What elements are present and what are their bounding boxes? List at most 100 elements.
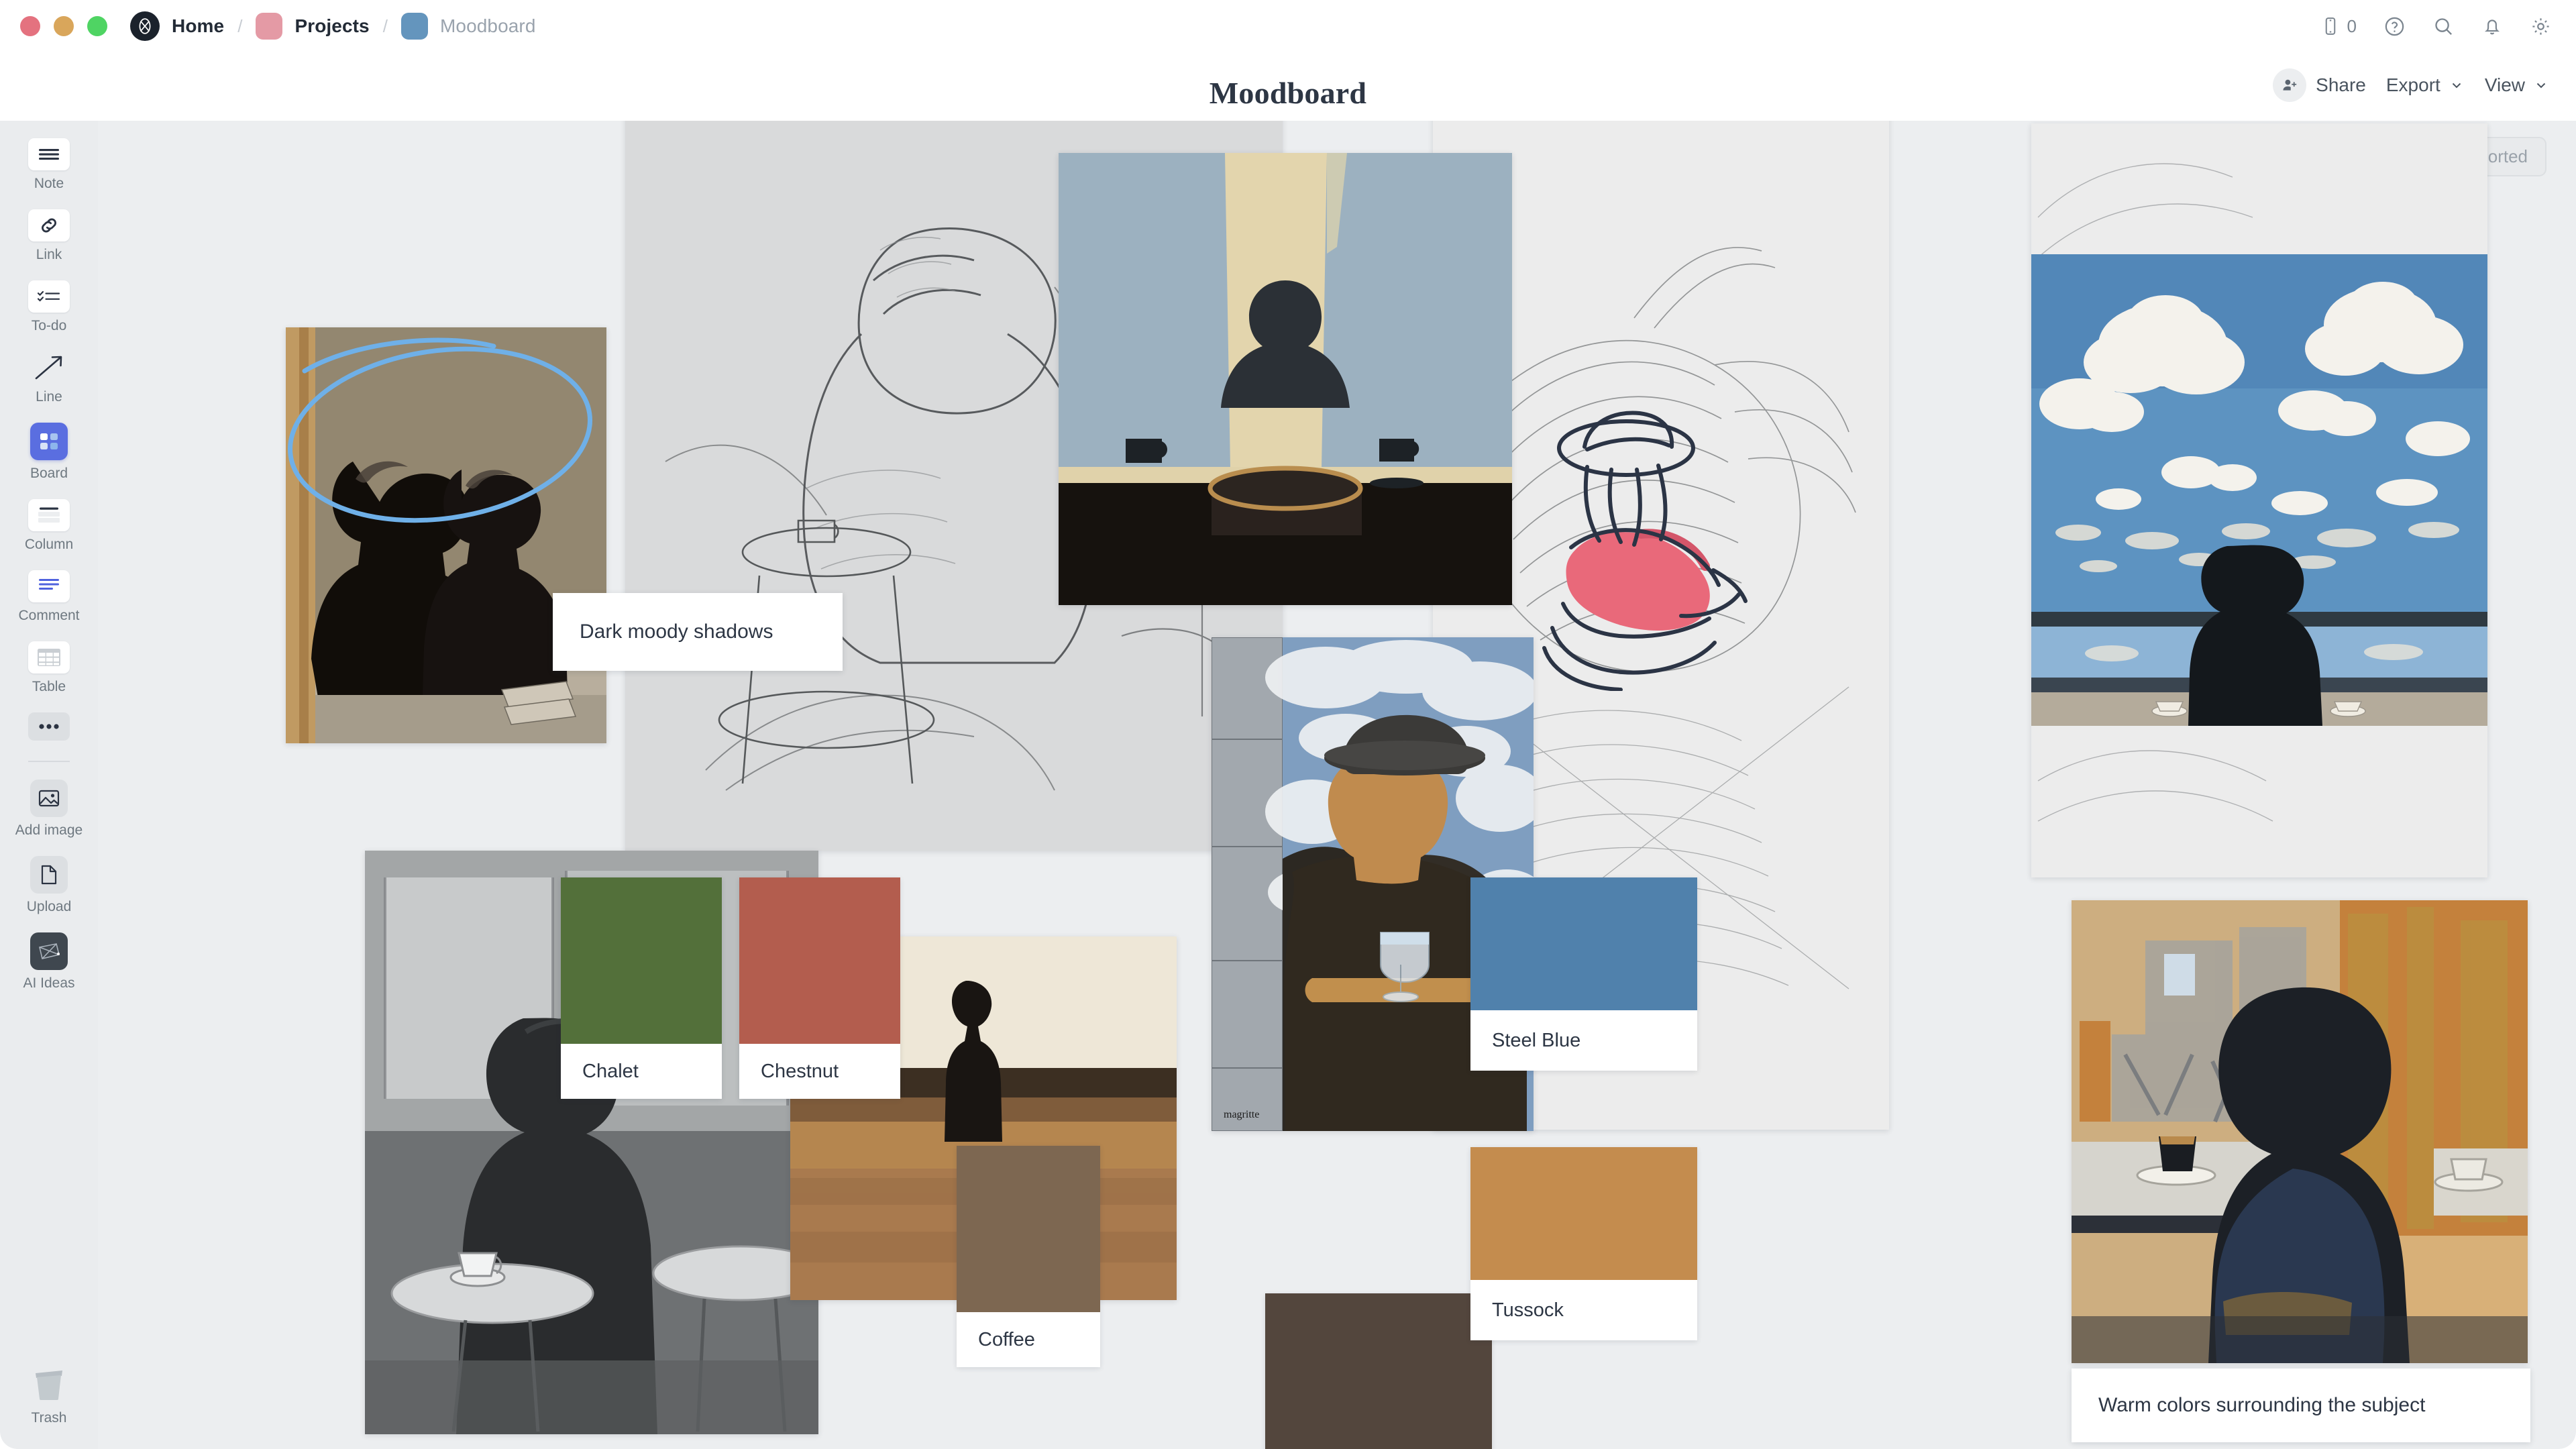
swatch-color-chip <box>561 877 722 1044</box>
search-icon[interactable] <box>2432 15 2455 38</box>
sidebar-label-board: Board <box>30 466 68 481</box>
title-bar: Home / Projects / Moodboard 0 <box>0 0 2576 52</box>
sidebar-item-upload[interactable]: Upload <box>0 856 98 915</box>
trash-icon <box>30 1368 68 1405</box>
add-image-icon <box>30 780 68 817</box>
blue-board-chip <box>400 13 428 40</box>
export-menu-button[interactable]: Export <box>2386 74 2465 96</box>
link-icon <box>28 209 70 241</box>
todo-icon <box>28 280 70 313</box>
sidebar-label-link: Link <box>36 247 62 262</box>
board-icon <box>30 423 68 460</box>
share-button[interactable]: Share <box>2273 68 2366 102</box>
swatch-name: Coffee <box>978 1328 1035 1350</box>
sidebar-item-more[interactable] <box>0 712 98 741</box>
view-label: View <box>2484 74 2525 95</box>
sidebar-label-trash: Trash <box>31 1410 67 1426</box>
pink-folder-chip <box>256 13 283 40</box>
cafe-warm-artwork <box>2072 900 2528 1363</box>
sidebar-item-table[interactable]: Table <box>0 641 98 695</box>
board-canvas[interactable]: 0 Unsorted <box>98 121 2576 1449</box>
help-icon[interactable] <box>2383 15 2406 38</box>
sidebar-item-note[interactable]: Note <box>0 138 98 192</box>
upload-file-icon <box>30 856 68 894</box>
note-icon <box>28 138 70 170</box>
sidebar-label-todo: To-do <box>31 318 67 333</box>
comment-icon <box>28 570 70 602</box>
sidebar-item-link[interactable]: Link <box>0 209 98 263</box>
swatch-card-kabul[interactable]: Kabul <box>1265 1293 1492 1449</box>
line-arrow-icon <box>28 352 70 384</box>
mobile-icon[interactable]: 0 <box>2320 16 2357 37</box>
swatch-card-tussock[interactable]: Tussock <box>1470 1147 1697 1340</box>
page-title: Moodboard <box>1209 76 1367 110</box>
sidebar-item-column[interactable]: Column <box>0 499 98 553</box>
sidebar-item-ai-ideas[interactable]: AI Ideas <box>0 932 98 991</box>
sidebar-label-ai-ideas: AI Ideas <box>23 975 75 991</box>
sidebar-label-comment: Comment <box>18 608 80 623</box>
sidebar-item-add-image[interactable]: Add image <box>0 780 98 839</box>
tool-sidebar: Note Link To-do Line Board Column Commen… <box>0 121 98 1449</box>
swatch-card-coffee[interactable]: Coffee <box>957 1146 1100 1367</box>
sidebar-item-trash[interactable]: Trash <box>0 1368 98 1426</box>
sidebar-label-line: Line <box>36 389 62 405</box>
board-header: Moodboard Share Export View <box>0 52 2576 121</box>
app-logo-icon <box>130 11 160 41</box>
image-mirror-portrait[interactable] <box>286 327 606 743</box>
breadcrumb-separator-2: / <box>382 15 388 36</box>
table-icon <box>28 641 70 674</box>
view-menu-button[interactable]: View <box>2485 74 2549 96</box>
column-icon <box>28 499 70 531</box>
sidebar-label-table: Table <box>32 679 66 694</box>
swatch-color-chip <box>1265 1293 1492 1449</box>
gear-icon[interactable] <box>2530 15 2552 38</box>
sidebar-item-line[interactable]: Line <box>0 352 98 405</box>
more-dots-icon <box>28 712 70 741</box>
note-card-dark-moody[interactable]: Dark moody shadows <box>553 593 843 671</box>
chevron-down-icon <box>2452 83 2461 89</box>
note-text: Warm colors surrounding the subject <box>2098 1394 2426 1416</box>
breadcrumb-item-moodboard[interactable]: Moodboard <box>440 15 536 37</box>
image-cloud-sky[interactable] <box>2031 123 2487 877</box>
close-window-button[interactable] <box>20 16 40 36</box>
sidebar-label-note: Note <box>34 176 64 191</box>
swatch-name: Steel Blue <box>1492 1029 1581 1051</box>
breadcrumb-item-home[interactable]: Home <box>172 15 224 37</box>
swatch-card-steel-blue[interactable]: Steel Blue <box>1470 877 1697 1071</box>
board-actions: Share Export View <box>2273 68 2549 102</box>
breadcrumb: Home / Projects / Moodboard <box>130 11 536 41</box>
breadcrumb-item-projects[interactable]: Projects <box>294 15 369 37</box>
ai-ideas-icon <box>30 932 68 970</box>
swatch-card-chalet[interactable]: Chalet <box>561 877 722 1099</box>
export-label: Export <box>2385 74 2440 95</box>
sidebar-label-add-image: Add image <box>15 822 83 838</box>
add-person-icon <box>2273 68 2307 102</box>
note-text: Dark moody shadows <box>580 621 773 643</box>
breadcrumb-separator-1: / <box>237 15 243 36</box>
sidebar-item-comment[interactable]: Comment <box>0 570 98 624</box>
device-count: 0 <box>2347 15 2357 36</box>
swatch-color-chip <box>1470 877 1697 1010</box>
swatch-color-chip <box>1470 1147 1697 1280</box>
swatch-name: Tussock <box>1492 1299 1564 1321</box>
swatch-name: Chalet <box>582 1060 639 1082</box>
swatch-color-chip <box>957 1146 1100 1312</box>
sidebar-label-upload: Upload <box>26 899 72 914</box>
swatch-name: Chestnut <box>761 1060 839 1082</box>
sidebar-label-column: Column <box>24 537 74 552</box>
note-card-warm-colors[interactable]: Warm colors surrounding the subject <box>2072 1368 2530 1442</box>
swatch-card-chestnut[interactable]: Chestnut <box>739 877 900 1099</box>
window-controls[interactable] <box>20 16 107 36</box>
topbar-actions: 0 <box>2320 15 2552 38</box>
bell-icon[interactable] <box>2481 15 2503 37</box>
sidebar-item-board[interactable]: Board <box>0 423 98 482</box>
zoom-window-button[interactable] <box>87 16 107 36</box>
sidebar-divider <box>28 761 70 762</box>
mirror-portrait-artwork <box>286 327 606 743</box>
image-blue-interior[interactable] <box>1059 153 1512 605</box>
sidebar-item-todo[interactable]: To-do <box>0 280 98 334</box>
app-window: Home / Projects / Moodboard 0 Moodboard … <box>0 0 2576 1449</box>
minimize-window-button[interactable] <box>54 16 74 36</box>
image-cafe-warm[interactable] <box>2072 900 2528 1363</box>
blue-interior-artwork <box>1059 153 1512 605</box>
